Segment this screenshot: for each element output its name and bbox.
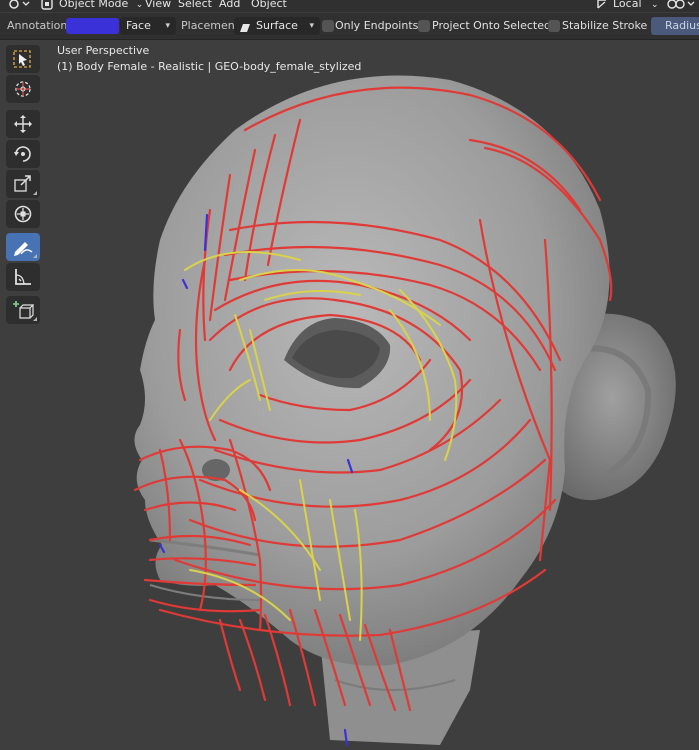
menu-add[interactable]: Add — [219, 0, 240, 11]
mode-label: Object Mode — [59, 0, 129, 10]
chevron-down-icon: ▾ — [309, 21, 314, 31]
header-bar: Object Mode ⌄ View Select Add Object Loc… — [0, 0, 699, 12]
rotate-icon — [14, 146, 31, 162]
face-dropdown[interactable]: Face ▾ — [120, 17, 176, 35]
add-cube-icon — [13, 301, 34, 319]
scale-tool[interactable] — [6, 170, 40, 198]
menu-select[interactable]: Select — [178, 0, 212, 11]
placement-dropdown[interactable]: Surface ▾ — [234, 17, 320, 35]
only-endpoints-checkbox[interactable] — [322, 20, 334, 32]
transform-tool[interactable] — [6, 200, 40, 228]
surface-icon — [239, 21, 251, 39]
project-onto-selected-label: Project Onto Selected — [432, 19, 551, 32]
radius-button[interactable]: Radius — [651, 17, 699, 35]
add-cube-tool[interactable] — [6, 296, 40, 324]
menu-object[interactable]: Object — [251, 0, 287, 11]
annotate-icon — [14, 242, 33, 256]
rotate-tool[interactable] — [6, 140, 40, 168]
transform-orientation-icon — [596, 0, 610, 10]
stabilize-stroke-label: Stabilize Stroke — [562, 19, 648, 32]
mode-dropdown[interactable]: Object Mode ⌄ — [59, 0, 143, 11]
select-box-tool[interactable] — [6, 45, 40, 73]
annotation-color-swatch[interactable] — [66, 18, 119, 34]
annotate-tool[interactable] — [6, 233, 40, 261]
scale-icon — [14, 175, 31, 192]
editor-type-icon[interactable] — [8, 0, 30, 10]
radius-label: Radius — [665, 19, 699, 32]
tool-settings-bar: Annotation: Face ▾ Placement: Surface ▾ … — [0, 13, 699, 40]
cursor-tool[interactable] — [6, 75, 40, 103]
menu-view[interactable]: View — [145, 0, 171, 11]
snap-icon[interactable] — [667, 0, 697, 10]
annotation-label: Annotation: — [7, 19, 72, 32]
cursor-icon — [15, 81, 31, 97]
head-model-canvas[interactable] — [0, 40, 699, 750]
chevron-down-icon: ⌄ — [135, 0, 144, 10]
chevron-down-icon: ▾ — [165, 21, 170, 31]
face-value: Face — [126, 19, 151, 32]
3d-viewport[interactable]: User Perspective (1) Body Female - Reali… — [0, 40, 699, 750]
project-onto-selected-checkbox[interactable] — [418, 20, 430, 32]
object-mode-icon — [41, 0, 55, 10]
chevron-down-icon: ⌄ — [651, 0, 659, 10]
tool-variants-corner — [33, 254, 37, 258]
only-endpoints-label: Only Endpoints — [335, 19, 419, 32]
viewport-object-label: (1) Body Female - Realistic | GEO-body_f… — [57, 60, 362, 73]
select-box-icon — [13, 50, 31, 68]
tool-variants-corner — [33, 191, 37, 195]
placement-value: Surface — [256, 19, 298, 32]
move-icon — [14, 115, 32, 133]
tool-variants-corner — [33, 317, 37, 321]
transform-orientation-dropdown[interactable]: Local ⌄ — [613, 0, 659, 11]
viewport-perspective-label: User Perspective — [57, 44, 150, 57]
transform-icon — [14, 205, 32, 223]
measure-tool[interactable] — [6, 263, 40, 291]
measure-icon — [15, 269, 31, 285]
transform-orientation-label: Local — [613, 0, 642, 10]
move-tool[interactable] — [6, 110, 40, 138]
stabilize-stroke-checkbox[interactable] — [548, 20, 560, 32]
